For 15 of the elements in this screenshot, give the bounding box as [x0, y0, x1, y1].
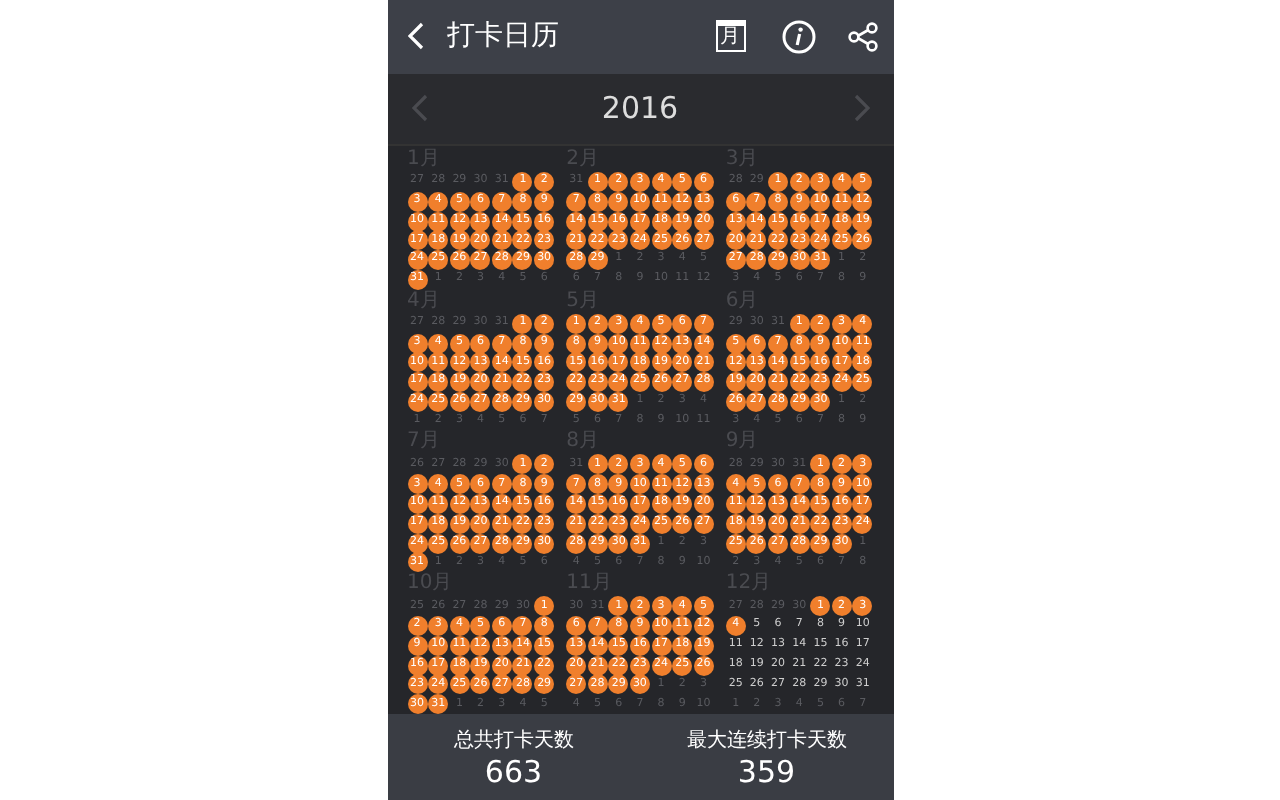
info-button[interactable]	[781, 19, 815, 54]
back-button[interactable]	[407, 22, 423, 51]
info-icon	[781, 19, 815, 54]
share-icon	[847, 21, 877, 52]
page-title: 打卡日历	[447, 18, 561, 55]
share-button[interactable]	[847, 21, 877, 52]
calendar-button[interactable]: 月	[715, 20, 745, 53]
stat-value: 359	[737, 753, 796, 790]
stat-label: 最大连续打卡天数	[686, 727, 847, 754]
year-label: 2016	[601, 90, 679, 127]
chevron-left-icon	[411, 94, 427, 123]
back-icon	[407, 22, 423, 51]
stat-value: 663	[484, 753, 543, 790]
chevron-right-icon	[853, 94, 869, 123]
stat-label: 总共打卡天数	[453, 727, 574, 754]
